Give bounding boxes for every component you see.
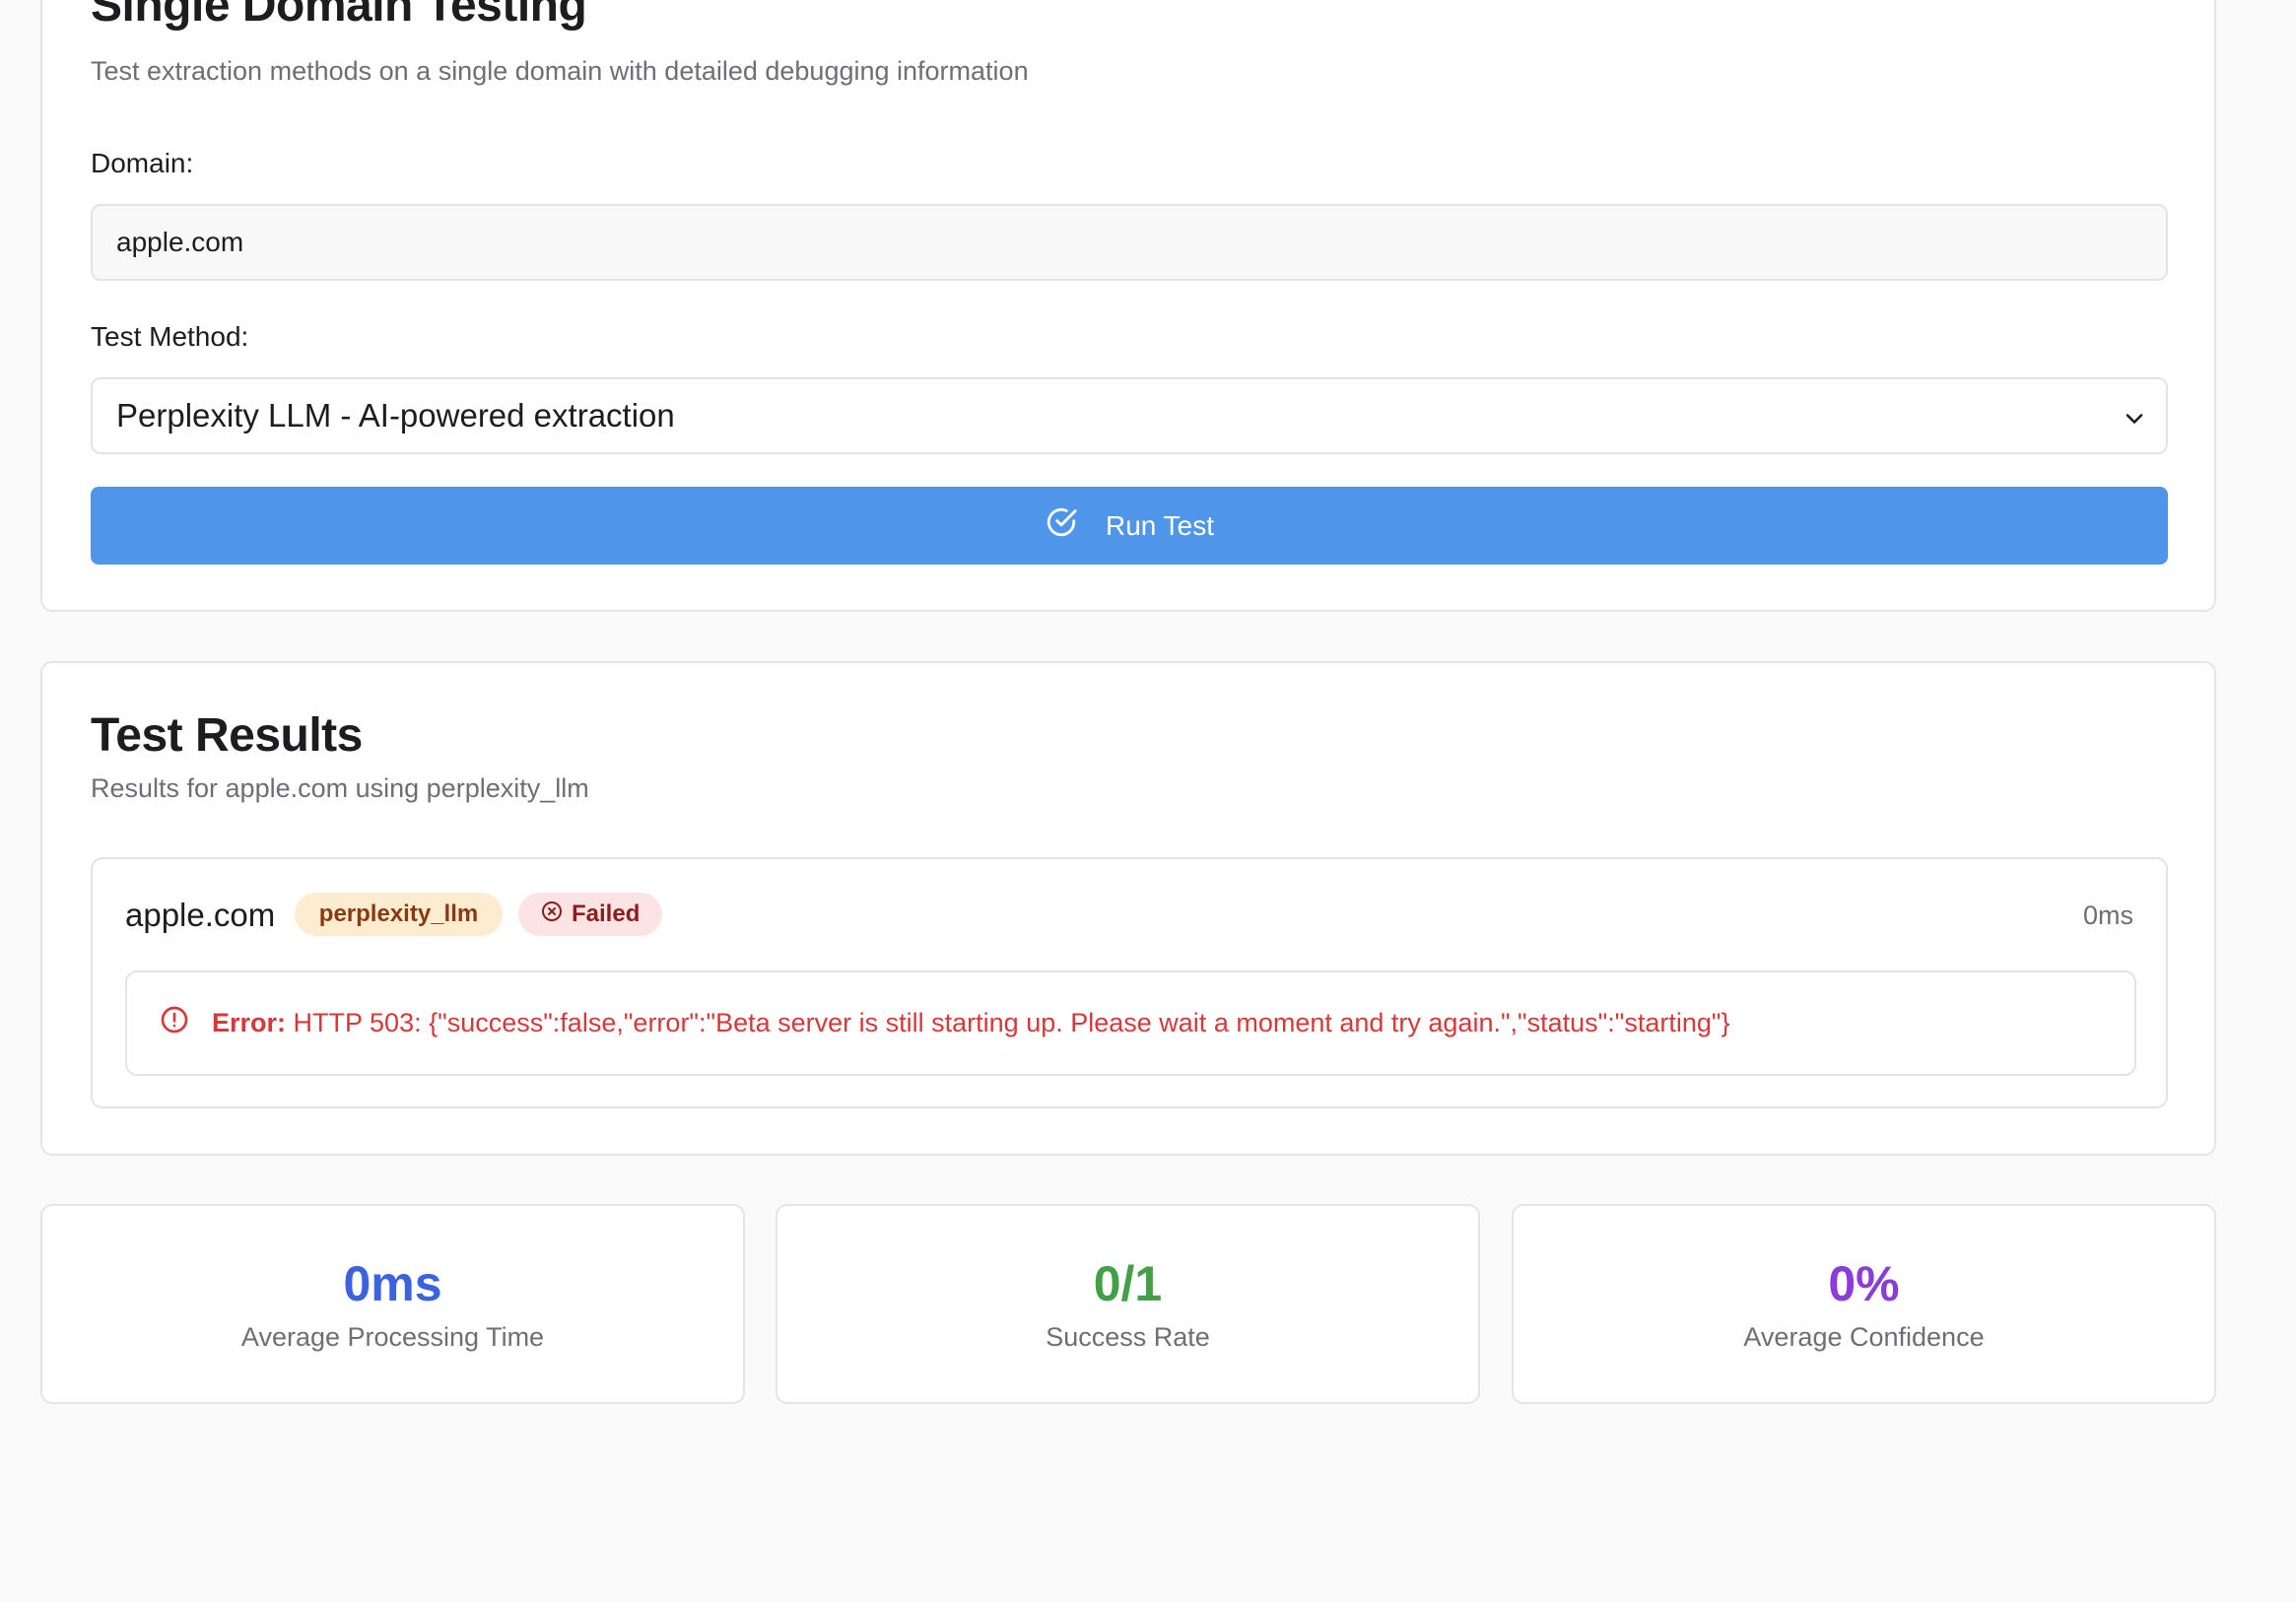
x-circle-icon — [540, 900, 564, 930]
stat-value: 0/1 — [1093, 1256, 1163, 1311]
stat-caption: Success Rate — [1046, 1322, 1210, 1352]
result-time: 0ms — [2082, 901, 2133, 930]
domain-label: Domain: — [91, 148, 194, 178]
stat-value: 0% — [1828, 1256, 1900, 1311]
results-title: Test Results — [91, 709, 363, 762]
page-title: Single Domain Testing — [91, 0, 587, 32]
run-test-label: Run Test — [1106, 509, 1214, 541]
stat-avg-confidence: 0% Average Confidence — [1512, 1204, 2216, 1404]
result-domain: apple.com — [125, 897, 276, 933]
error-message: Error: HTTP 503: {"success":false,"error… — [125, 970, 2136, 1076]
stat-caption: Average Processing Time — [240, 1322, 545, 1352]
single-domain-card: Single Domain Testing Test extraction me… — [40, 0, 2216, 612]
method-badge: perplexity_llm — [295, 893, 503, 936]
domain-input[interactable] — [91, 204, 2168, 281]
status-badge-label: Failed — [572, 901, 641, 927]
check-circle-icon — [1045, 505, 1078, 546]
alert-circle-icon — [159, 1004, 190, 1042]
stat-value: 0ms — [343, 1256, 442, 1311]
page-subtitle: Test extraction methods on a single doma… — [91, 56, 1029, 86]
test-method-label: Test Method: — [91, 321, 249, 352]
test-method-select[interactable]: Perplexity LLM - AI-powered extraction — [91, 377, 2168, 454]
result-item: apple.com perplexity_llm Failed 0ms Erro… — [91, 857, 2168, 1108]
results-subtitle: Results for apple.com using perplexity_l… — [91, 773, 589, 803]
test-results-card: Test Results Results for apple.com using… — [40, 661, 2216, 1156]
run-test-button[interactable]: Run Test — [91, 487, 2168, 565]
stat-caption: Average Confidence — [1743, 1322, 1985, 1352]
error-prefix: Error: — [212, 1008, 287, 1037]
stat-avg-processing-time: 0ms Average Processing Time — [40, 1204, 745, 1404]
error-detail: HTTP 503: {"success":false,"error":"Beta… — [293, 1008, 1730, 1037]
chevron-down-icon — [2121, 403, 2148, 440]
test-method-value: Perplexity LLM - AI-powered extraction — [116, 397, 675, 434]
status-badge: Failed — [518, 893, 662, 936]
error-text: Error: HTTP 503: {"success":false,"error… — [212, 1008, 1730, 1038]
stat-success-rate: 0/1 Success Rate — [776, 1204, 1480, 1404]
